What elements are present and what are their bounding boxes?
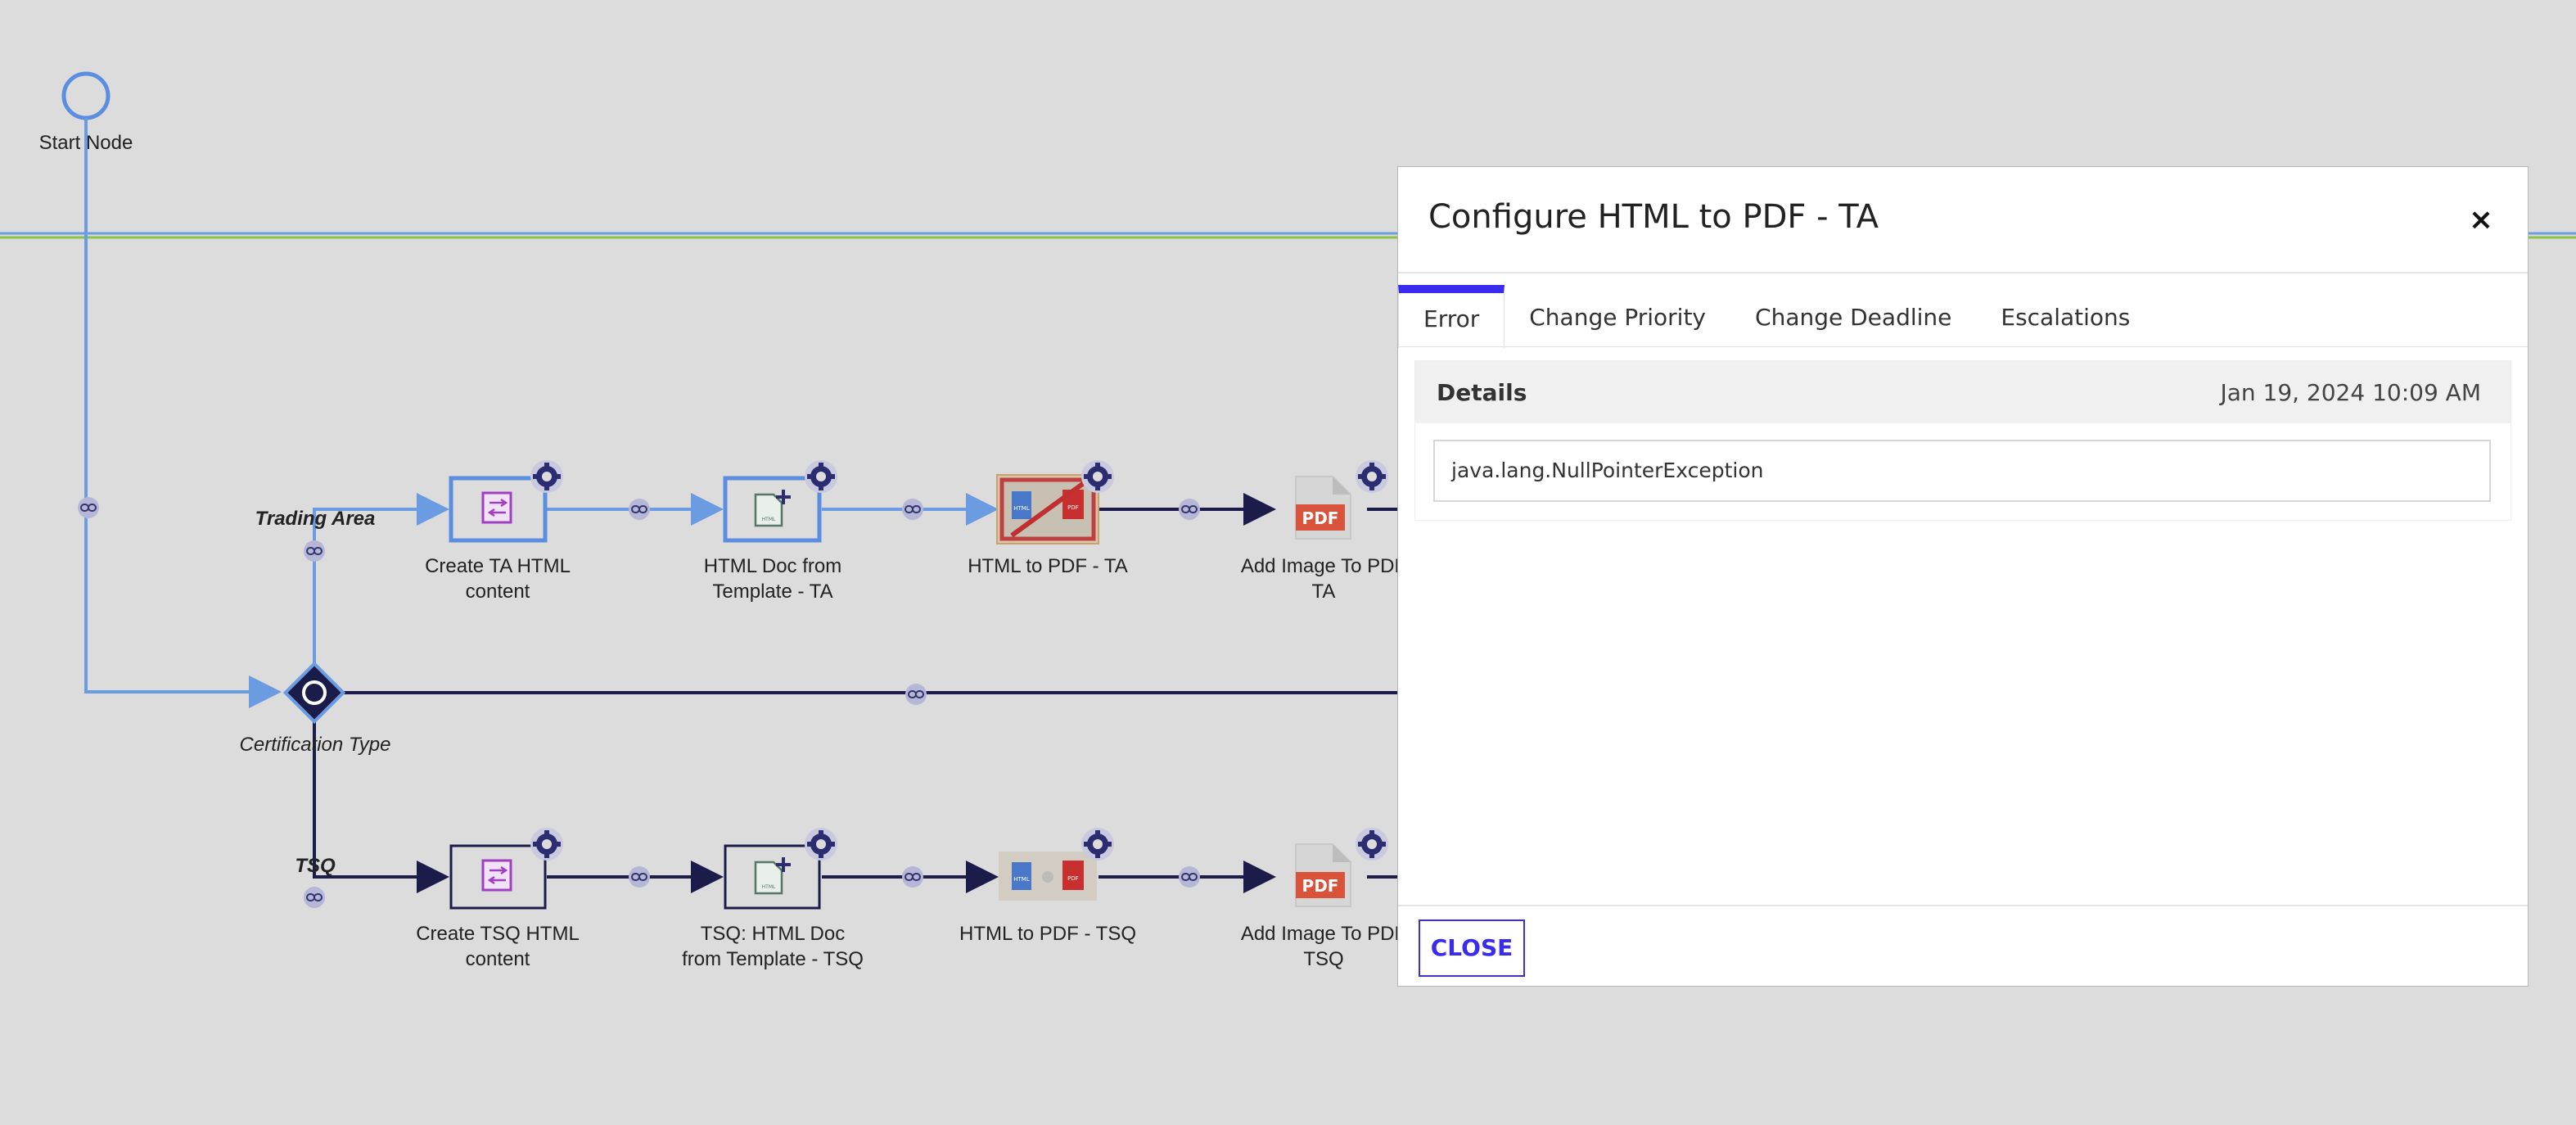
link-icon[interactable] [905, 683, 927, 706]
details-label: Details [1437, 379, 1527, 406]
details-panel: Details Jan 19, 2024 10:09 AM java.lang.… [1414, 360, 2511, 521]
link-icon[interactable] [303, 540, 326, 562]
gear-icon[interactable] [530, 828, 563, 861]
link-icon[interactable] [628, 498, 651, 521]
lane-label-tsq: TSQ [295, 855, 336, 877]
node-label-line: Add Image To PDF [1240, 555, 1407, 577]
node-create-ta-html[interactable] [449, 476, 548, 543]
node-label-line: TA [1311, 581, 1336, 603]
node-label-add-image-pdf-tsq: Add Image To PDF TSQ [1225, 921, 1422, 972]
details-timestamp: Jan 19, 2024 10:09 AM [2220, 379, 2481, 406]
link-icon[interactable] [1178, 498, 1201, 521]
node-label-line: Add Image To PDF [1240, 923, 1407, 945]
script-icon [481, 859, 512, 892]
gateway-label: Certification Type [239, 734, 391, 756]
node-html-to-pdf-tsq[interactable]: HTML PDF [999, 852, 1097, 901]
node-label-line: from Template - TSQ [682, 948, 864, 970]
divider [1398, 905, 2528, 906]
divider [1398, 346, 2528, 347]
link-icon[interactable] [901, 498, 924, 521]
link-icon[interactable] [628, 865, 651, 888]
pdf-file-icon: PDF [1295, 476, 1351, 540]
configure-dialog: Configure HTML to PDF - TA × Error Chang… [1397, 166, 2529, 987]
node-label-html-doc-template-ta: HTML Doc from Template - TA [674, 553, 871, 604]
script-icon [481, 491, 512, 524]
tab-bar: Error Change Priority Change Deadline Es… [1398, 285, 2154, 348]
divider [1398, 272, 2528, 273]
node-label-line: content [465, 948, 530, 970]
node-html-doc-template-tsq[interactable]: HTML [724, 844, 821, 910]
details-header: Details Jan 19, 2024 10:09 AM [1415, 361, 2511, 423]
link-icon[interactable] [1178, 865, 1201, 888]
node-label-line: HTML Doc from [703, 555, 842, 577]
tab-change-deadline[interactable]: Change Deadline [1730, 285, 1976, 346]
node-label-html-to-pdf-ta: HTML to PDF - TA [950, 553, 1146, 579]
node-add-image-pdf-ta[interactable]: PDF [1295, 476, 1351, 540]
close-icon[interactable]: × [2469, 203, 2493, 237]
gear-icon[interactable] [1081, 828, 1114, 861]
pdf-text: PDF [1067, 875, 1079, 882]
node-create-tsq-html[interactable] [449, 844, 547, 910]
node-label-add-image-pdf-ta: Add Image To PDF TA [1225, 553, 1422, 604]
html-text: HTML [1013, 505, 1030, 512]
gear-icon[interactable] [805, 828, 837, 861]
node-html-doc-template-ta[interactable]: HTML [723, 476, 822, 543]
node-label-line: Template - TA [712, 581, 833, 603]
pdf-text: PDF [1302, 508, 1339, 528]
node-label-html-to-pdf-tsq: HTML to PDF - TSQ [950, 921, 1146, 947]
html-text: HTML [1013, 876, 1030, 883]
node-label-line: Create TSQ HTML [416, 923, 580, 945]
gear-icon[interactable] [805, 460, 837, 493]
link-icon[interactable] [901, 865, 924, 888]
start-node[interactable] [61, 71, 111, 120]
pdf-text: PDF [1302, 876, 1339, 896]
node-add-image-pdf-tsq[interactable]: PDF [1295, 843, 1351, 907]
start-node-label: Start Node [38, 132, 133, 154]
lane-label-trading-area: Trading Area [255, 508, 376, 530]
node-label-line: TSQ [1303, 948, 1344, 970]
node-label-line: Create TA HTML [425, 555, 571, 577]
node-label-html-doc-template-tsq: TSQ: HTML Doc from Template - TSQ [666, 921, 879, 972]
start-connector [84, 118, 282, 708]
gear-icon[interactable] [530, 460, 563, 493]
node-label-create-tsq-html: Create TSQ HTML content [399, 921, 596, 972]
gear-icon[interactable] [1356, 828, 1388, 861]
node-label-line: TSQ: HTML Doc [700, 923, 846, 945]
close-button[interactable]: CLOSE [1419, 919, 1525, 977]
node-html-to-pdf-ta[interactable]: HTML PDF [996, 474, 1099, 544]
tab-escalations[interactable]: Escalations [1976, 285, 2154, 346]
gear-icon[interactable] [1081, 460, 1114, 493]
tab-change-priority[interactable]: Change Priority [1505, 285, 1730, 346]
tab-error[interactable]: Error [1398, 285, 1505, 348]
html-text: HTML [762, 884, 776, 890]
dialog-title: Configure HTML to PDF - TA [1428, 198, 1879, 236]
pdf-file-icon: PDF [1295, 843, 1351, 907]
node-label-line: content [465, 581, 530, 603]
link-icon[interactable] [303, 886, 326, 909]
pdf-text: PDF [1067, 504, 1079, 511]
node-label-line: HTML to PDF - TA [968, 555, 1128, 577]
gateway-node[interactable] [282, 661, 346, 725]
node-label-create-ta-html: Create TA HTML content [399, 553, 596, 604]
gear-icon[interactable] [1356, 460, 1388, 493]
html-text: HTML [762, 517, 776, 522]
error-message-field[interactable]: java.lang.NullPointerException [1433, 440, 2491, 502]
link-icon[interactable] [77, 496, 100, 519]
node-label-line: HTML to PDF - TSQ [959, 923, 1137, 945]
